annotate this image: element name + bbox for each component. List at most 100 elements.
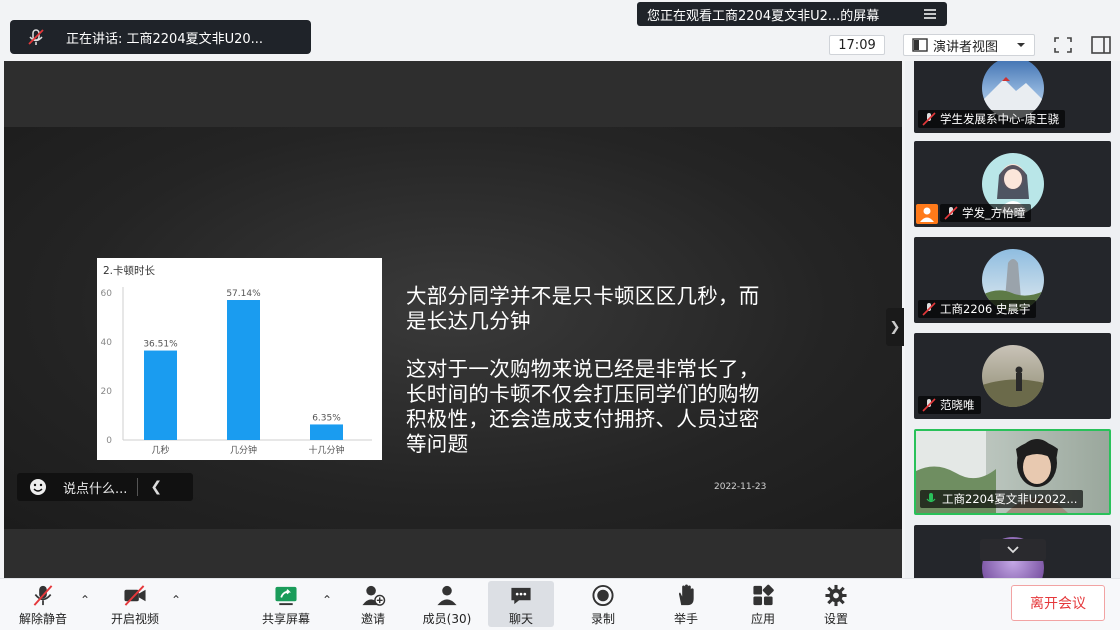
y-tick-label: 20 [101,387,113,397]
slide-paragraph-1: 大部分同学并不是只卡顿区区几秒，而 是长达几分钟 [406,284,866,334]
slide-text-line: 长时间的卡顿不仅会打压同学们的购物 [406,382,760,406]
record-icon [592,584,614,607]
bottom-toolbar: 解除静音 ⌃ 开启视频 ⌃ 共享屏幕 ⌃ 邀请 成员(30) 聊天 录制 举手 … [0,578,1120,630]
fullscreen-icon[interactable] [1053,36,1073,54]
view-mode-select[interactable]: 演讲者视图 [903,34,1035,56]
participant-name: 工商2204夏文非U2022... [942,492,1078,506]
leave-meeting-button[interactable]: 离开会议 [1011,585,1105,621]
active-speaker-tile[interactable]: 工商2204夏文非U2022... [914,429,1111,515]
outdoor-person-avatar [982,345,1044,407]
chat-icon [511,587,531,605]
participant-name-tag: 工商2206 史晨宇 [918,300,1037,318]
shared-screen: 2.卡顿时长 0 20 40 60 36.51% 几秒 57.14% 几分钟 6.35% 十几分钟 … [4,61,904,578]
x-tick-label: 几秒 [151,444,169,456]
slide-text-line: 大部分同学并不是只卡顿区区几秒，而 [406,284,760,308]
bar [227,300,260,440]
data-label: 6.35% [312,413,341,423]
emoji-icon[interactable] [29,478,47,496]
active-mic-icon [926,493,936,503]
muted-mic-icon [922,398,936,412]
chat-button[interactable]: 聊天 [488,581,554,627]
start-video-label: 开启视频 [110,612,159,626]
bar [310,424,343,440]
share-screen-label: 共享屏幕 [261,612,310,626]
meeting-window: 正在讲话: 工商2204夏文非U20... 您正在观看工商2204夏文非U2..… [0,0,1120,630]
y-tick-label: 0 [106,436,112,446]
speaking-text: 正在讲话: 工商2204夏文非U20... [66,31,264,47]
top-bar: 正在讲话: 工商2204夏文非U20... 您正在观看工商2204夏文非U2..… [0,0,1120,60]
participant-tile[interactable]: 学发_方怡曈 [914,141,1111,227]
add-user-icon [362,585,386,606]
participant-tile[interactable]: 范晓唯 [914,333,1111,419]
scroll-down-icon[interactable] [980,539,1046,561]
unmute-button[interactable]: 解除静音 [14,581,72,627]
slide-text-line: 这对于一次购物来说已经是非常长了， [406,357,760,381]
participant-name: 工商2206 史晨宇 [940,302,1031,316]
chat-placeholder[interactable]: 说点什么... [63,478,127,497]
record-label: 录制 [590,612,615,626]
chevron-up-icon[interactable]: ⌃ [80,593,90,607]
settings-label: 设置 [823,612,848,626]
meeting-clock: 17:09 [829,35,885,55]
participant-name-tag: 范晓唯 [918,396,981,414]
participant-name-tag: 工商2204夏文非U2022... [920,490,1084,508]
bar [144,350,177,440]
y-tick-label: 60 [101,289,113,299]
x-tick-label: 几分钟 [230,444,257,456]
participant-tile[interactable]: 学生发展系中心-康王骁 [914,61,1111,133]
muted-mic-icon [33,585,53,606]
viewing-banner[interactable]: 您正在观看工商2204夏文非U2...的屏幕 [637,2,947,26]
chevron-up-icon[interactable]: ⌃ [171,593,181,607]
start-video-button[interactable]: 开启视频 [106,581,164,627]
layout-icon [912,38,928,52]
menu-icon[interactable] [923,7,937,21]
participant-name-tag: 学发_方怡曈 [940,204,1032,222]
participant-name: 学生发展系中心-康王骁 [940,112,1060,126]
chevron-down-icon [1017,43,1025,47]
chevron-right-icon[interactable]: ❯ [886,308,904,346]
chart-title: 2.卡顿时长 [103,264,156,277]
host-badge-icon [916,204,938,224]
participant-tile[interactable]: 工商2206 史晨宇 [914,237,1111,323]
participant-name: 学发_方怡曈 [962,206,1026,220]
participant-name-tag: 学生发展系中心-康王骁 [918,110,1066,128]
members-button[interactable]: 成员(30) [418,581,476,627]
muted-mic-icon [944,206,958,220]
x-tick-label: 十几分钟 [308,444,344,456]
slide-date: 2022-11-23 [714,482,767,492]
divider [137,478,139,496]
share-screen-icon [275,586,297,606]
invite-button[interactable]: 邀请 [353,581,393,627]
view-mode-label: 演讲者视图 [933,39,999,55]
apps-icon [753,584,774,606]
members-icon [437,585,457,606]
apps-button[interactable]: 应用 [743,581,783,627]
viewing-text: 您正在观看工商2204夏文非U2...的屏幕 [647,8,880,24]
hand-icon [678,584,694,606]
floating-chat-input[interactable]: 说点什么... ❮ [17,473,193,501]
muted-mic-icon [28,29,44,45]
sidebar-toggle-icon[interactable] [1091,36,1111,54]
slide-text-line: 积极性，还会造成支付拥挤、人员过密 [406,407,760,431]
gear-icon [825,584,847,607]
apps-label: 应用 [750,612,775,626]
presentation-slide: 2.卡顿时长 0 20 40 60 36.51% 几秒 57.14% 几分钟 6.35% 十几分钟 … [4,127,902,529]
chevron-left-icon[interactable]: ❮ [150,479,162,495]
speaking-indicator: 正在讲话: 工商2204夏文非U20... [10,20,311,54]
chart-svg: 2.卡顿时长 0 20 40 60 36.51% 几秒 57.14% 几分钟 6.35% 十几分钟 [101,264,372,456]
video-off-icon [124,585,146,606]
invite-label: 邀请 [360,612,385,626]
participant-tile[interactable] [914,525,1111,578]
raise-hand-button[interactable]: 举手 [666,581,706,627]
participant-name: 范晓唯 [940,398,975,412]
muted-mic-icon [922,302,936,316]
chat-label: 聊天 [508,612,533,626]
members-label: 成员(30) [422,612,472,626]
record-button[interactable]: 录制 [583,581,623,627]
chevron-up-icon[interactable]: ⌃ [322,593,332,607]
unmute-label: 解除静音 [18,612,67,626]
share-screen-button[interactable]: 共享屏幕 [256,581,316,627]
raise-hand-label: 举手 [673,612,698,626]
settings-button[interactable]: 设置 [816,581,856,627]
y-tick-label: 40 [101,338,113,348]
